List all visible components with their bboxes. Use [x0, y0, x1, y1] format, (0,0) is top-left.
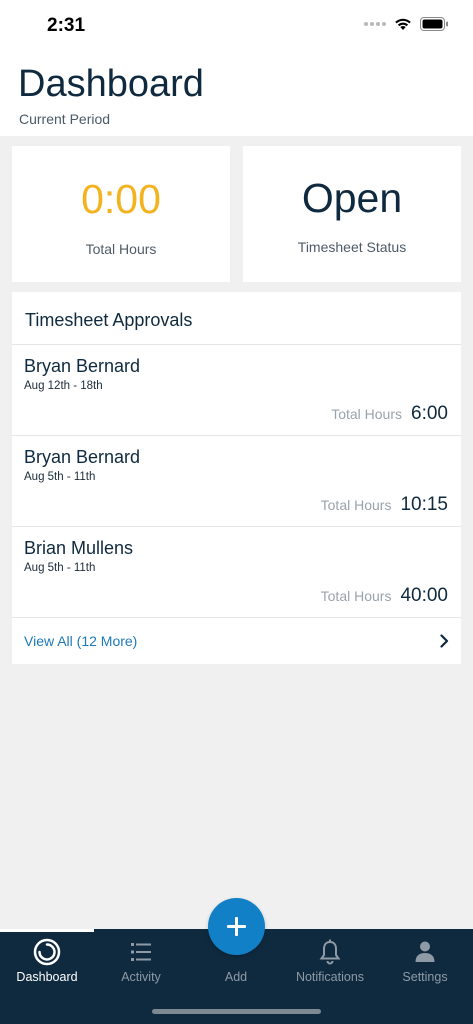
row-total: Total Hours 6:00 [331, 403, 448, 425]
employee-name: Bryan Bernard [24, 447, 141, 467]
total-hours-label: Total Hours [320, 497, 392, 513]
timesheet-status-label: Timesheet Status [297, 239, 407, 255]
tab-label: Dashboard [16, 970, 78, 984]
tab-label: Notifications [295, 970, 365, 984]
battery-icon [420, 17, 448, 31]
period-dates: Aug 5th - 11th [24, 471, 96, 483]
timesheet-status-card[interactable]: Open Timesheet Status [243, 146, 461, 282]
tab-label: Add [224, 970, 248, 984]
total-hours-value: 10:15 [400, 494, 448, 515]
row-total: Total Hours 10:15 [321, 494, 448, 516]
total-hours-value: 6:00 [411, 403, 448, 424]
total-hours-value: 40:00 [400, 585, 448, 606]
approvals-title: Timesheet Approvals [25, 310, 193, 330]
list-icon [131, 943, 151, 961]
bell-icon [319, 939, 341, 965]
tab-dashboard[interactable]: Dashboard [0, 929, 94, 999]
employee-name: Bryan Bernard [24, 356, 141, 376]
page-header: Dashboard Current Period [0, 52, 473, 136]
total-hours-value: 0:00 [81, 176, 161, 222]
approval-row[interactable]: Bryan Bernard Aug 12th - 18th Total Hour… [12, 345, 461, 436]
add-button[interactable] [208, 898, 265, 955]
period-dates: Aug 5th - 11th [24, 562, 96, 574]
total-hours-label: Total Hours [331, 406, 403, 422]
plus-icon [227, 917, 246, 936]
tab-settings[interactable]: Settings [378, 929, 472, 999]
timesheet-approvals-panel: Timesheet Approvals Bryan Bernard Aug 12… [12, 292, 461, 664]
tab-label: Activity [121, 970, 161, 984]
view-all-link[interactable]: View All (12 More) [12, 618, 461, 664]
timesheet-status-value: Open [301, 175, 403, 221]
tab-label: Settings [402, 970, 448, 984]
page-title: Dashboard [18, 63, 204, 105]
total-hours-label: Total Hours [85, 241, 157, 257]
status-bar: 2:31 [0, 0, 473, 52]
period-dates: Aug 12th - 18th [24, 380, 103, 392]
view-all-label: View All (12 More) [24, 633, 138, 649]
approval-row[interactable]: Brian Mullens Aug 5th - 11th Total Hours… [12, 527, 461, 618]
total-hours-card[interactable]: 0:00 Total Hours [12, 146, 230, 282]
row-total: Total Hours 40:00 [321, 585, 448, 607]
wifi-icon [395, 18, 411, 30]
tab-activity[interactable]: Activity [94, 929, 188, 999]
employee-name: Brian Mullens [24, 538, 134, 558]
chevron-right-icon [440, 634, 449, 648]
total-hours-label: Total Hours [320, 588, 392, 604]
home-indicator [152, 1009, 321, 1014]
status-icons [364, 17, 449, 31]
approval-row[interactable]: Bryan Bernard Aug 5th - 11th Total Hours… [12, 436, 461, 527]
person-icon [415, 941, 435, 962]
page-subtitle: Current Period [19, 111, 111, 127]
dashboard-ring-icon [33, 938, 61, 966]
tab-notifications[interactable]: Notifications [283, 929, 377, 999]
status-time: 2:31 [47, 15, 86, 36]
cellular-signal-icon [364, 22, 386, 26]
